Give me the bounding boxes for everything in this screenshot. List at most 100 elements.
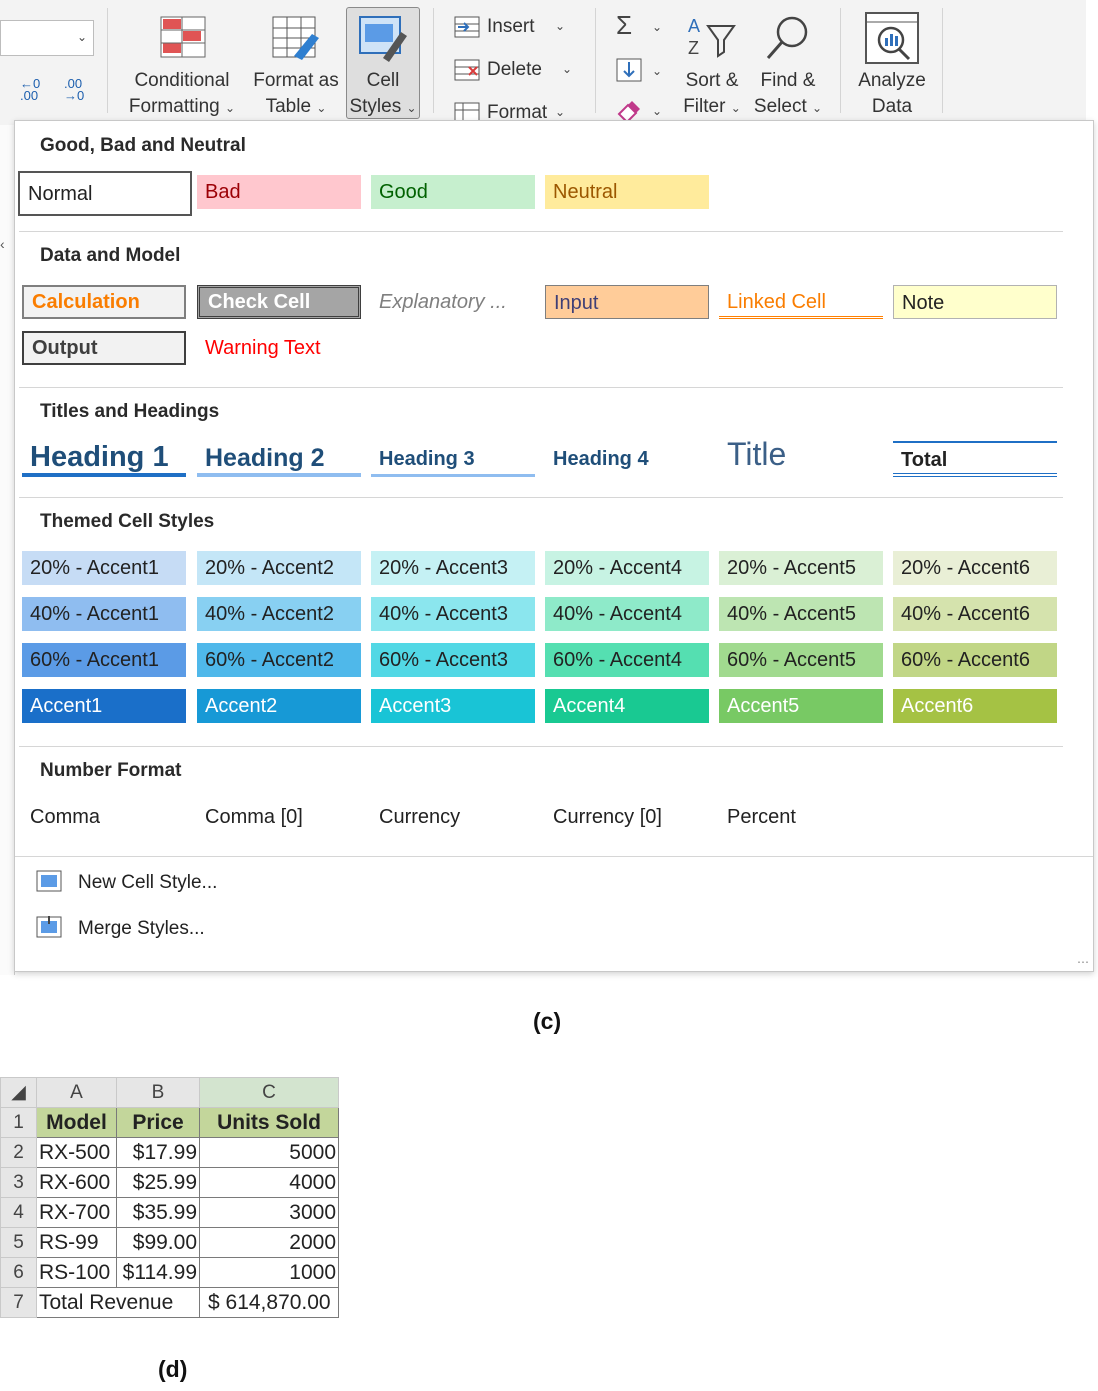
column-header-c[interactable]: C: [199, 1077, 339, 1108]
header-cell-model[interactable]: Model: [36, 1107, 117, 1138]
column-header-b[interactable]: B: [116, 1077, 200, 1108]
cell-units-sold[interactable]: 1000: [199, 1257, 339, 1288]
row-header[interactable]: 4: [0, 1197, 37, 1228]
find-select-button[interactable]: Find & Select ⌄: [752, 10, 824, 120]
style-themed-60-accent6[interactable]: 60% - Accent6: [893, 643, 1057, 677]
conditional-formatting-button[interactable]: Conditional Formatting ⌄: [122, 10, 242, 120]
style-themed-20-accent2[interactable]: 20% - Accent2: [197, 551, 361, 585]
style-warning-text[interactable]: Warning Text: [197, 331, 361, 365]
style-themed-40-accent2[interactable]: 40% - Accent2: [197, 597, 361, 631]
cell-units-sold[interactable]: 4000: [199, 1167, 339, 1198]
style-heading-4[interactable]: Heading 4: [545, 441, 709, 477]
cell-model[interactable]: RX-600: [36, 1167, 117, 1198]
row-header[interactable]: 6: [0, 1257, 37, 1288]
merge-styles-menu-item[interactable]: Merge Styles...: [33, 913, 433, 947]
cell-total-revenue-label[interactable]: Total Revenue: [36, 1287, 200, 1318]
cell-price[interactable]: $114.99: [116, 1257, 200, 1288]
style-themed-40-accent3[interactable]: 40% - Accent3: [371, 597, 535, 631]
autosum-button[interactable]: Σ ⌄: [614, 10, 670, 42]
new-cell-style-menu-item[interactable]: New Cell Style...: [33, 867, 433, 901]
cell-styles-button[interactable]: Cell Styles ⌄: [346, 7, 420, 119]
style-heading-1[interactable]: Heading 1: [22, 437, 186, 477]
row-header[interactable]: 5: [0, 1227, 37, 1258]
style-comma[interactable]: Comma: [22, 800, 186, 834]
style-themed-60-accent3[interactable]: 60% - Accent3: [371, 643, 535, 677]
style-themed-40-accent5[interactable]: 40% - Accent5: [719, 597, 883, 631]
style-heading-3[interactable]: Heading 3: [371, 441, 535, 477]
style-themed-60-accent1[interactable]: 60% - Accent1: [22, 643, 186, 677]
style-bad[interactable]: Bad: [197, 175, 361, 209]
style-currency[interactable]: Currency: [371, 800, 535, 834]
style-comma-0[interactable]: Comma [0]: [197, 800, 361, 834]
select-all-corner[interactable]: ◢: [0, 1077, 37, 1108]
number-format-dropdown[interactable]: ⌄: [0, 20, 94, 56]
style-themed-20-accent6[interactable]: 20% - Accent6: [893, 551, 1057, 585]
style-note[interactable]: Note: [893, 285, 1057, 319]
eraser-icon: [617, 101, 640, 122]
cell-total-revenue-value[interactable]: $ 614,870.00: [199, 1287, 339, 1318]
style-themed-20-accent3[interactable]: 20% - Accent3: [371, 551, 535, 585]
cell-units-sold[interactable]: 5000: [199, 1137, 339, 1168]
increase-decimal-icon[interactable]: ←0.00: [20, 77, 40, 102]
style-themed-accent3[interactable]: Accent3: [371, 689, 535, 723]
row-header[interactable]: 1: [0, 1107, 37, 1138]
chevron-down-icon: ⌄: [316, 101, 327, 115]
clear-button[interactable]: ⌄: [614, 98, 670, 122]
style-calculation[interactable]: Calculation: [22, 285, 186, 319]
sort-filter-button[interactable]: A Z Sort & Filter ⌄: [678, 10, 746, 120]
style-themed-60-accent2[interactable]: 60% - Accent2: [197, 643, 361, 677]
style-themed-40-accent4[interactable]: 40% - Accent4: [545, 597, 709, 631]
cell-price[interactable]: $17.99: [116, 1137, 200, 1168]
style-percent[interactable]: Percent: [719, 800, 883, 834]
fill-button[interactable]: ⌄: [614, 56, 670, 86]
style-themed-accent4[interactable]: Accent4: [545, 689, 709, 723]
header-cell-price[interactable]: Price: [116, 1107, 200, 1138]
scroll-left-icon[interactable]: ‹: [0, 236, 5, 252]
style-themed-40-accent6[interactable]: 40% - Accent6: [893, 597, 1057, 631]
analyze-data-button[interactable]: Analyze Data: [852, 10, 932, 120]
style-total[interactable]: Total: [893, 441, 1057, 477]
style-check-cell[interactable]: Check Cell: [197, 285, 361, 319]
decrease-decimal-icon[interactable]: .00 →0: [64, 77, 84, 102]
delete-button[interactable]: Delete ⌄: [452, 57, 577, 85]
style-themed-20-accent1[interactable]: 20% - Accent1: [22, 551, 186, 585]
resize-grip-icon[interactable]: ⋯: [1077, 955, 1089, 969]
insert-button[interactable]: Insert ⌄: [452, 14, 577, 42]
style-explanatory[interactable]: Explanatory ...: [371, 285, 535, 319]
cell-model[interactable]: RX-700: [36, 1197, 117, 1228]
row-header[interactable]: 3: [0, 1167, 37, 1198]
style-themed-accent2[interactable]: Accent2: [197, 689, 361, 723]
style-themed-20-accent5[interactable]: 20% - Accent5: [719, 551, 883, 585]
cell-model[interactable]: RS-99: [36, 1227, 117, 1258]
cell-price[interactable]: $99.00: [116, 1227, 200, 1258]
style-neutral[interactable]: Neutral: [545, 175, 709, 209]
style-themed-accent6[interactable]: Accent6: [893, 689, 1057, 723]
cell-model[interactable]: RS-100: [36, 1257, 117, 1288]
style-themed-60-accent5[interactable]: 60% - Accent5: [719, 643, 883, 677]
style-currency-0[interactable]: Currency [0]: [545, 800, 709, 834]
cell-price[interactable]: $35.99: [116, 1197, 200, 1228]
style-themed-60-accent4[interactable]: 60% - Accent4: [545, 643, 709, 677]
header-cell-units-sold[interactable]: Units Sold: [199, 1107, 339, 1138]
cell-units-sold[interactable]: 2000: [199, 1227, 339, 1258]
style-input[interactable]: Input: [545, 285, 709, 319]
format-as-table-button[interactable]: Format as Table ⌄: [248, 10, 344, 120]
cell-units-sold[interactable]: 3000: [199, 1197, 339, 1228]
cell-model[interactable]: RX-500: [36, 1137, 117, 1168]
style-linked-cell[interactable]: Linked Cell: [719, 285, 883, 319]
sheet-grid: ◢ A B C 1 Model Price Units Sold 2 RX-50…: [0, 1077, 339, 1318]
style-title[interactable]: Title: [719, 433, 883, 475]
style-heading-2[interactable]: Heading 2: [197, 439, 361, 477]
style-themed-accent1[interactable]: Accent1: [22, 689, 186, 723]
analyze-data-label-1: Analyze: [858, 70, 926, 91]
style-themed-20-accent4[interactable]: 20% - Accent4: [545, 551, 709, 585]
style-output[interactable]: Output: [22, 331, 186, 365]
row-header[interactable]: 7: [0, 1287, 37, 1318]
column-header-a[interactable]: A: [36, 1077, 117, 1108]
cell-price[interactable]: $25.99: [116, 1167, 200, 1198]
style-normal[interactable]: Normal: [18, 171, 192, 216]
style-good[interactable]: Good: [371, 175, 535, 209]
style-themed-accent5[interactable]: Accent5: [719, 689, 883, 723]
style-themed-40-accent1[interactable]: 40% - Accent1: [22, 597, 186, 631]
row-header[interactable]: 2: [0, 1137, 37, 1168]
